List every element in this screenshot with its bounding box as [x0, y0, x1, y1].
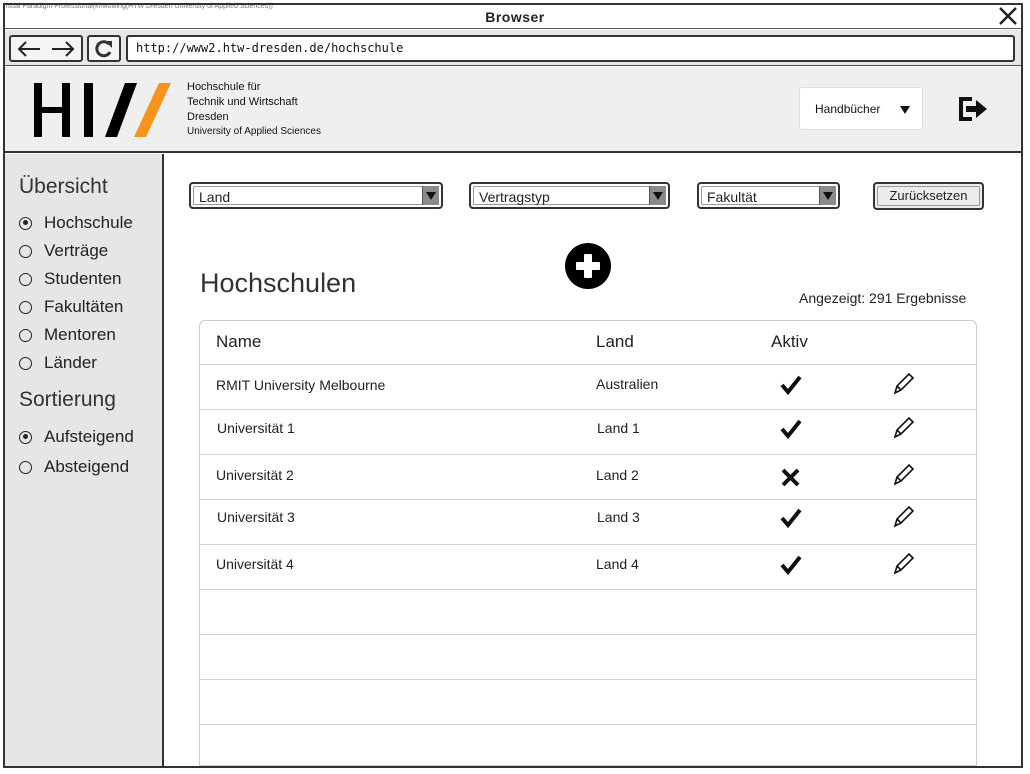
contract-type-filter-value: Vertragstyp — [479, 189, 550, 205]
pencil-icon[interactable] — [891, 372, 915, 396]
sort-label: Aufsteigend — [44, 427, 134, 446]
radio-unselected — [19, 300, 32, 314]
pencil-icon[interactable] — [891, 552, 915, 576]
radio-unselected — [19, 244, 32, 258]
close-icon — [999, 7, 1017, 25]
cell-name: Universität 3 — [217, 509, 295, 525]
pencil-icon[interactable] — [891, 463, 915, 487]
triangle-down-icon — [819, 186, 836, 205]
triangle-down-icon — [900, 106, 910, 114]
checkmark-icon — [780, 508, 802, 529]
radio-unselected — [19, 460, 32, 474]
sidebar-item-label: Verträge — [44, 241, 109, 260]
row-divider — [200, 589, 976, 590]
row-divider — [200, 409, 976, 410]
window-title: Browser — [485, 9, 545, 25]
row-divider — [200, 499, 976, 500]
sidebar-item-label: Länder — [44, 353, 97, 372]
sidebar-item-label: Studenten — [44, 269, 122, 288]
cell-name: Universität 2 — [216, 467, 294, 483]
cell-name: RMIT University Melbourne — [216, 377, 386, 393]
manuals-dropdown[interactable]: Handbücher — [799, 87, 923, 130]
faculty-filter-select[interactable]: Fakultät — [697, 182, 840, 209]
checkmark-icon — [780, 555, 802, 576]
sidebar-item-vertraege[interactable]: Verträge — [19, 241, 108, 261]
row-divider — [200, 634, 976, 635]
page-title: Hochschulen — [200, 268, 357, 298]
forward-button[interactable] — [46, 37, 81, 60]
sort-descending[interactable]: Absteigend — [19, 457, 129, 477]
reload-button[interactable] — [87, 35, 121, 62]
manuals-label: Handbücher — [815, 102, 881, 116]
sidebar-item-studenten[interactable]: Studenten — [19, 269, 122, 289]
radio-selected — [19, 430, 32, 444]
address-bar[interactable]: http://www2.htw-dresden.de/hochschule — [126, 35, 1015, 62]
row-divider — [200, 544, 976, 545]
column-header-name[interactable]: Name — [216, 332, 261, 352]
triangle-down-icon — [422, 186, 439, 205]
radio-unselected — [19, 356, 32, 370]
checkmark-icon — [780, 419, 802, 440]
arrow-right-icon — [52, 41, 75, 57]
org-name-line: University of Applied Sciences — [187, 126, 321, 137]
cross-icon — [781, 468, 800, 487]
overview-heading: Übersicht — [19, 175, 108, 198]
reload-icon — [95, 40, 112, 58]
sort-label: Absteigend — [44, 457, 130, 476]
sidebar-item-laender[interactable]: Länder — [19, 353, 97, 373]
logout-icon — [959, 97, 987, 121]
sidebar-item-label: Fakultäten — [44, 297, 124, 316]
logout-button[interactable] — [956, 94, 992, 124]
add-university-button[interactable] — [564, 242, 612, 290]
reset-button[interactable]: Zurücksetzen — [873, 182, 984, 210]
sidebar-item-fakultaeten[interactable]: Fakultäten — [19, 297, 123, 317]
reset-label: Zurücksetzen — [889, 188, 968, 203]
cell-country: Land 3 — [597, 509, 640, 525]
country-filter-select[interactable]: Land — [189, 182, 443, 209]
cell-country: Australien — [596, 376, 659, 392]
radio-unselected — [19, 272, 32, 286]
pencil-icon[interactable] — [891, 416, 915, 440]
result-count: Angezeigt: 291 Ergebnisse — [799, 290, 967, 306]
sort-ascending[interactable]: Aufsteigend — [19, 427, 134, 447]
row-divider — [200, 364, 976, 365]
sidebar-item-hochschule[interactable]: Hochschule — [19, 213, 133, 233]
org-name-line: Hochschule für — [187, 81, 261, 93]
sort-heading: Sortierung — [19, 388, 116, 411]
arrow-left-icon — [17, 41, 40, 57]
plus-circle-icon — [565, 243, 611, 289]
column-header-active[interactable]: Aktiv — [771, 332, 808, 352]
row-divider — [200, 454, 976, 455]
radio-selected — [19, 216, 32, 230]
triangle-down-icon — [649, 186, 666, 205]
cell-country: Land 1 — [597, 420, 640, 436]
country-filter-value: Land — [199, 189, 231, 205]
org-name-line: Dresden — [187, 111, 229, 123]
cell-country: Land 4 — [596, 556, 639, 572]
back-button[interactable] — [11, 37, 46, 60]
radio-unselected — [19, 328, 32, 342]
htw-logo — [33, 80, 173, 138]
row-divider — [200, 724, 976, 725]
faculty-filter-value: Fakultät — [707, 189, 757, 205]
cell-name: Universität 4 — [216, 556, 294, 572]
cell-country: Land 2 — [596, 467, 639, 483]
sidebar-item-label: Hochschule — [44, 213, 133, 232]
org-name-line: Technik und Wirtschaft — [187, 96, 298, 108]
pencil-icon[interactable] — [891, 505, 915, 529]
column-header-country[interactable]: Land — [596, 332, 634, 352]
contract-type-filter-select[interactable]: Vertragstyp — [469, 182, 670, 209]
cell-name: Universität 1 — [217, 420, 295, 436]
sidebar-item-label: Mentoren — [44, 325, 116, 344]
close-button[interactable] — [996, 5, 1020, 27]
row-divider — [200, 679, 976, 680]
sidebar-item-mentoren[interactable]: Mentoren — [19, 325, 116, 345]
checkmark-icon — [780, 375, 802, 396]
